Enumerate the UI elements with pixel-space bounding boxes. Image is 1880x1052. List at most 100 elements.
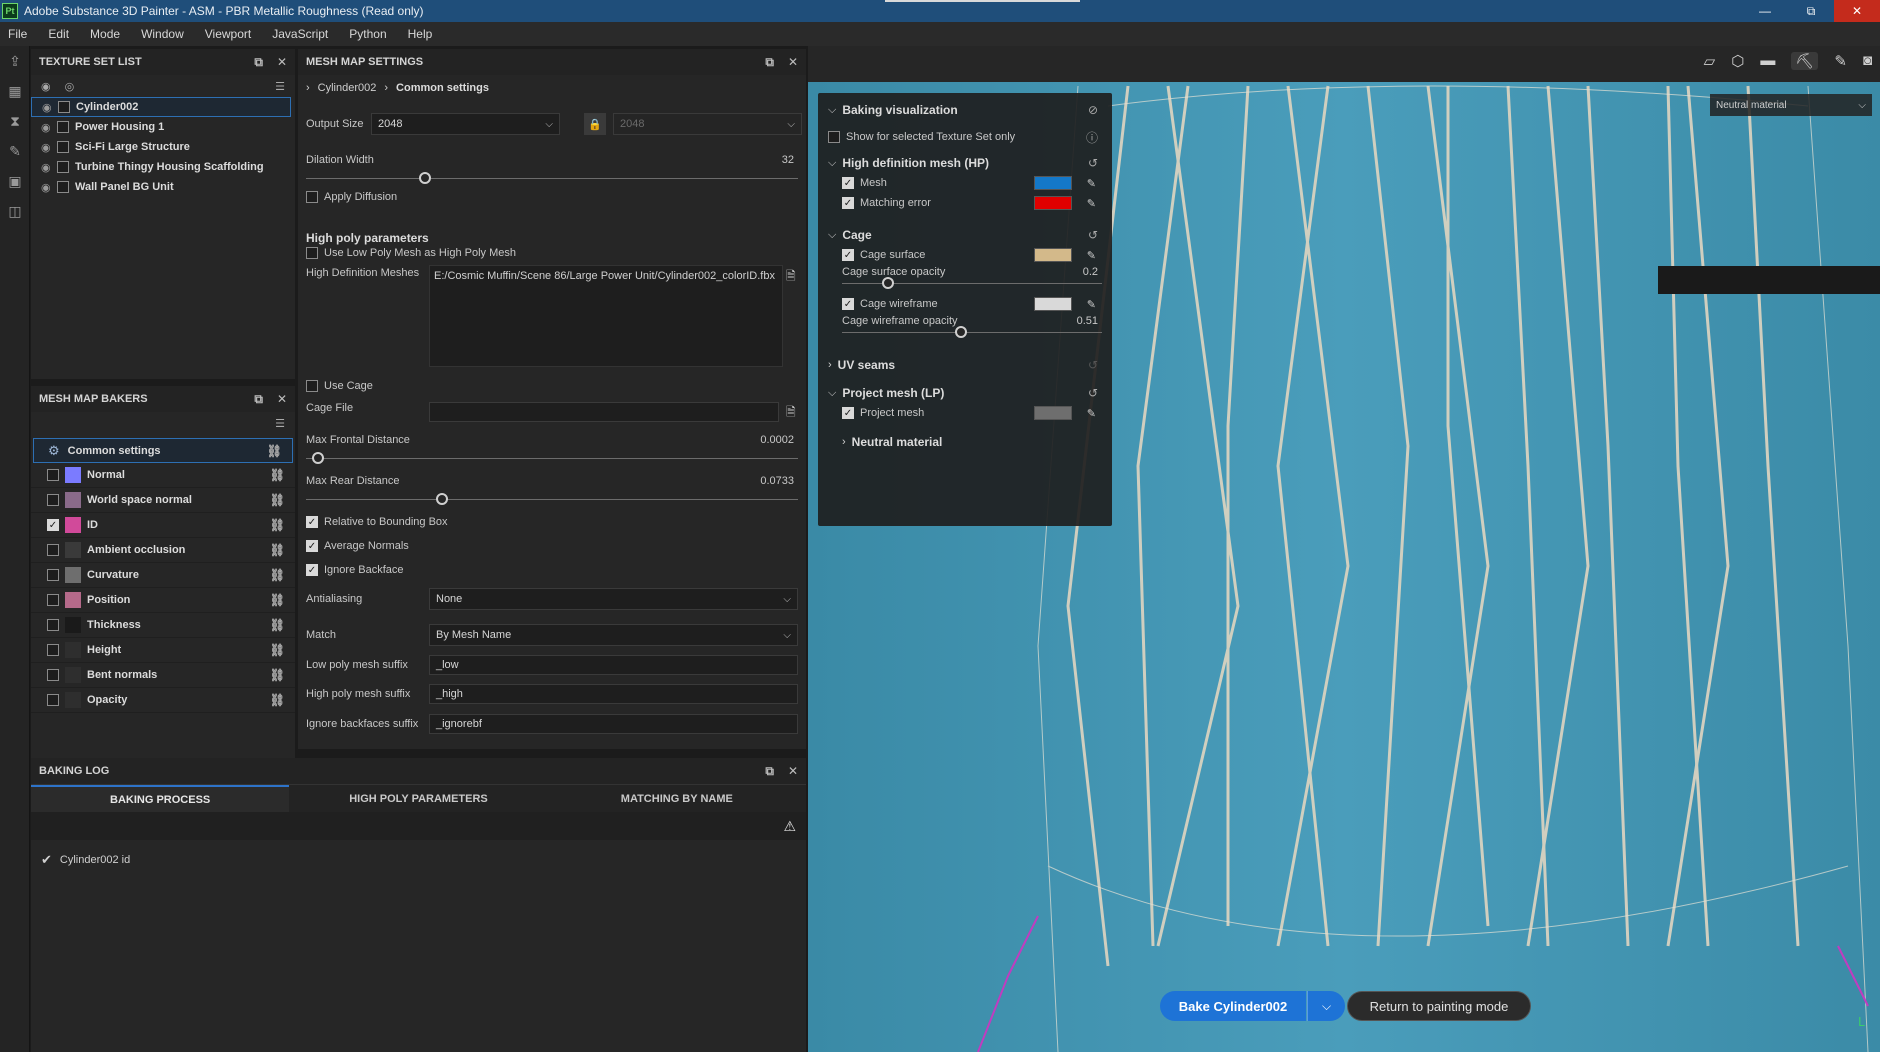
undock-icon[interactable]: ⧉ — [254, 55, 263, 70]
minimize-button[interactable]: — — [1742, 0, 1788, 22]
ignore-backface-checkbox[interactable]: ✓ — [306, 564, 318, 576]
match-dropdown[interactable]: By Mesh Name ⌵ — [429, 624, 798, 646]
color-picker-icon[interactable]: ✎ — [1087, 197, 1096, 210]
mesh-checkbox[interactable]: ✓ — [842, 177, 854, 189]
maximize-button[interactable]: ⧉ — [1788, 0, 1834, 22]
cage-wireframe-color-swatch[interactable] — [1034, 297, 1072, 311]
chevron-right-icon[interactable]: › — [828, 359, 832, 371]
relative-bbox-checkbox[interactable]: ✓ — [306, 516, 318, 528]
texture-set-item[interactable]: ◉ Wall Panel BG Unit — [31, 177, 295, 197]
baker-item[interactable]: Height ⛓ — [31, 638, 295, 663]
link-icon[interactable]: ⛓ — [270, 468, 285, 482]
texture-set-item[interactable]: ◉ Sci-Fi Large Structure — [31, 137, 295, 157]
color-picker-icon[interactable]: ✎ — [1087, 177, 1096, 190]
baker-checkbox[interactable] — [47, 669, 59, 681]
project-mesh-checkbox[interactable]: ✓ — [842, 407, 854, 419]
cage-wireframe-opacity-track[interactable] — [842, 332, 1102, 333]
tab-matching-by-name[interactable]: MATCHING BY NAME — [548, 785, 806, 812]
chevron-right-icon[interactable]: › — [842, 436, 846, 448]
eye-icon[interactable]: ◎ — [65, 80, 75, 93]
chevron-down-icon[interactable]: ⌵ — [828, 229, 836, 242]
breadcrumb-item[interactable]: Cylinder002 — [318, 82, 377, 94]
texture-set-checkbox[interactable] — [57, 181, 69, 193]
chevron-down-icon[interactable]: ⌵ — [828, 157, 836, 170]
cage-surface-checkbox[interactable]: ✓ — [842, 249, 854, 261]
link-icon[interactable]: ⛓ — [270, 668, 285, 682]
close-panel-icon[interactable]: ✕ — [788, 55, 798, 69]
paint-icon[interactable]: ✎ — [1834, 52, 1847, 70]
texture-set-checkbox[interactable] — [57, 161, 69, 173]
baker-item[interactable]: Normal ⛓ — [31, 463, 295, 488]
average-normals-checkbox[interactable]: ✓ — [306, 540, 318, 552]
chevron-down-icon[interactable]: ⌵ — [828, 387, 836, 400]
link-icon[interactable]: ⛓ — [267, 444, 282, 458]
bake-icon[interactable]: ▣ — [0, 166, 30, 196]
menu-icon[interactable]: ☰ — [275, 80, 285, 93]
hd-meshes-list[interactable]: E:/Cosmic Muffin/Scene 86/Large Power Un… — [429, 265, 783, 367]
brush-icon[interactable]: ✎ — [0, 136, 30, 166]
baker-checkbox[interactable] — [47, 644, 59, 656]
texture-set-checkbox[interactable] — [58, 101, 70, 113]
menu-edit[interactable]: Edit — [48, 27, 69, 41]
close-panel-icon[interactable]: ✕ — [277, 392, 287, 406]
color-picker-icon[interactable]: ✎ — [1087, 249, 1096, 262]
warning-icon[interactable]: ⚠ — [783, 818, 796, 835]
close-window-button[interactable]: ✕ — [1834, 0, 1880, 22]
undock-icon[interactable]: ⧉ — [765, 55, 774, 70]
cube-view-icon[interactable]: ⬡ — [1731, 52, 1744, 70]
camera-icon[interactable]: ▬ — [1760, 52, 1775, 70]
menu-javascript[interactable]: JavaScript — [272, 27, 328, 41]
dilation-slider-handle[interactable] — [419, 172, 431, 184]
screenshot-icon[interactable]: ◙ — [1863, 52, 1872, 70]
link-icon[interactable]: ⛓ — [270, 543, 285, 557]
cage-surface-opacity-handle[interactable] — [882, 277, 894, 289]
common-settings-item[interactable]: ⚙ Common settings ⛓ — [33, 438, 293, 463]
low-suffix-input[interactable]: _low — [429, 655, 798, 675]
info-icon[interactable]: ⓘ — [1086, 129, 1098, 146]
file-icon[interactable]: 🗎 — [786, 267, 796, 288]
texture-set-item[interactable]: ◉ Power Housing 1 — [31, 117, 295, 137]
baker-checkbox[interactable] — [47, 569, 59, 581]
baker-item[interactable]: Bent normals ⛓ — [31, 663, 295, 688]
bake-mode-icon[interactable]: ⛏ — [1791, 52, 1819, 70]
baker-checkbox[interactable] — [47, 469, 59, 481]
eye-icon[interactable]: ◉ — [41, 141, 57, 154]
high-suffix-input[interactable]: _high — [429, 684, 798, 704]
return-to-painting-button[interactable]: Return to painting mode — [1347, 991, 1531, 1021]
link-icon[interactable]: ⛓ — [270, 518, 285, 532]
link-icon[interactable]: ⛓ — [270, 618, 285, 632]
assets-icon[interactable]: ◫ — [0, 196, 30, 226]
baker-checkbox[interactable] — [47, 594, 59, 606]
menu-python[interactable]: Python — [349, 27, 386, 41]
tab-baking-process[interactable]: BAKING PROCESS — [31, 785, 290, 812]
menu-help[interactable]: Help — [408, 27, 433, 41]
baker-checkbox[interactable] — [47, 494, 59, 506]
undock-icon[interactable]: ⧉ — [765, 764, 774, 779]
eye-icon[interactable]: ◉ — [41, 121, 57, 134]
reset-icon[interactable]: ↺ — [1088, 358, 1098, 372]
show-selected-checkbox[interactable] — [828, 131, 840, 143]
max-rear-slider-handle[interactable] — [436, 493, 448, 505]
file-icon[interactable]: 🗎 — [786, 403, 796, 424]
baker-checkbox[interactable] — [47, 619, 59, 631]
dilation-slider-track[interactable] — [306, 178, 798, 179]
eye-icon[interactable]: ◉ — [42, 101, 58, 114]
viewport-material-dropdown[interactable]: Neutral material ⌵ — [1710, 94, 1872, 116]
close-panel-icon[interactable]: ✕ — [788, 764, 798, 778]
texture-set-checkbox[interactable] — [57, 121, 69, 133]
tab-high-poly-parameters[interactable]: HIGH POLY PARAMETERS — [289, 785, 547, 812]
link-icon[interactable]: ⛓ — [270, 643, 285, 657]
menu-mode[interactable]: Mode — [90, 27, 120, 41]
baker-checkbox[interactable]: ✓ — [47, 519, 59, 531]
baker-item[interactable]: World space normal ⛓ — [31, 488, 295, 513]
menu-viewport[interactable]: Viewport — [205, 27, 251, 41]
color-picker-icon[interactable]: ✎ — [1087, 298, 1096, 311]
chevron-down-icon[interactable]: ⌵ — [828, 104, 836, 117]
baker-item[interactable]: Opacity ⛓ — [31, 688, 295, 713]
cage-surface-color-swatch[interactable] — [1034, 248, 1072, 262]
texture-set-checkbox[interactable] — [57, 141, 69, 153]
cage-file-input[interactable] — [429, 402, 779, 422]
baker-item[interactable]: ✓ ID ⛓ — [31, 513, 295, 538]
bake-options-chevron-icon[interactable]: ⌵ — [1307, 991, 1345, 1021]
eye-icon[interactable]: ◉ — [41, 181, 57, 194]
